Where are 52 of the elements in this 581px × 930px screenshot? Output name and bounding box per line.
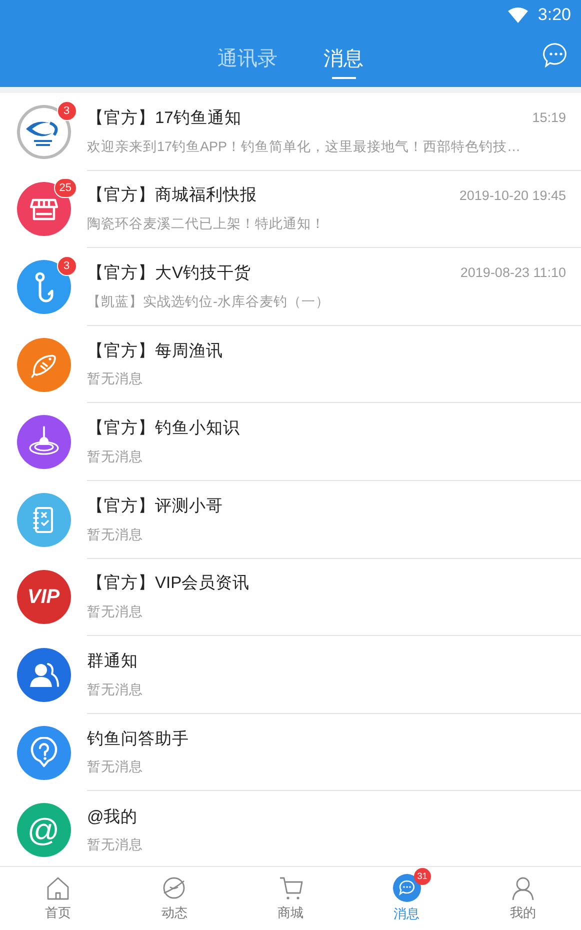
message-preview: 暂无消息 <box>87 370 144 388</box>
conversation-title: 【官方】评测小哥 <box>87 496 223 517</box>
conversation-title: @我的 <box>87 806 138 828</box>
chat-bubble-icon[interactable] <box>543 42 569 68</box>
message-preview: 欢迎亲来到17钓鱼APP！钓鱼简单化，这里最接地气！西部特色钓技… <box>87 138 522 156</box>
message-time: 2019-08-23 11:10 <box>460 264 566 282</box>
conversation-row[interactable]: 【官方】评测小哥 暂无消息 <box>0 480 581 559</box>
conversation-row[interactable]: 【官方】每周渔讯 暂无消息 <box>0 326 581 404</box>
nav-tab[interactable]: 我的 <box>464 867 581 930</box>
conversation-row[interactable]: 群通知 暂无消息 <box>0 636 581 714</box>
nav-tab[interactable]: 31 消息 <box>348 867 465 930</box>
wifi-icon <box>508 7 528 23</box>
conversation-row[interactable]: 3 【官方】大V钓技干货 2019-08-23 11:10 【凯蓝】实战选钓位-水库谷麦钓（一） <box>0 248 581 326</box>
cart-icon <box>278 874 304 901</box>
conversation-title: 群通知 <box>87 650 138 672</box>
conversation-row[interactable]: @ @我的 暂无消息 <box>0 791 581 866</box>
message-preview: 暂无消息 <box>87 603 144 622</box>
question-icon <box>28 736 58 769</box>
conversation-title: 【官方】17钓鱼通知 <box>87 108 242 129</box>
message-time: 15:19 <box>532 109 566 128</box>
unread-badge: 3 <box>56 256 76 276</box>
conversation-title: 【官方】大V钓技干货 <box>87 262 252 284</box>
message-preview: 【凯蓝】实战选钓位-水库谷麦钓（一） <box>87 292 330 311</box>
unread-badge: 31 <box>414 868 431 885</box>
conversation-title: 【官方】VIP会员资讯 <box>87 573 250 594</box>
conversation-row[interactable]: 3 【官方】17钓鱼通知 15:19 欢迎亲来到17钓鱼APP！钓鱼简单化，这里最接地气！西部特色钓技… <box>0 93 581 171</box>
conversation-row[interactable]: VIP 【官方】VIP会员资讯 暂无消息 <box>0 558 581 636</box>
nav-tab[interactable]: 商城 <box>232 867 349 930</box>
planet-icon <box>161 874 188 901</box>
conversation-row[interactable]: 钓鱼问答助手 暂无消息 <box>0 714 581 792</box>
person-icon <box>510 874 536 901</box>
status-time: 3:20 <box>538 4 571 26</box>
home-icon <box>45 874 72 901</box>
unread-badge: 25 <box>54 178 76 198</box>
nav-tab[interactable]: 动态 <box>116 867 232 930</box>
conversation-title: 【官方】商城福利快报 <box>87 185 257 206</box>
message-time: 2019-10-20 19:45 <box>459 186 566 205</box>
conversation-row[interactable]: 【官方】钓鱼小知识 暂无消息 <box>0 403 581 481</box>
at-sign: @ <box>27 814 60 846</box>
message-preview: 暂无消息 <box>87 680 144 699</box>
conversation-row[interactable]: 25 【官方】商城福利快报 2019-10-20 19:45 陶瓷环谷麦溪二代已上架！特此通知！ <box>0 170 581 248</box>
nav-tab[interactable]: 首页 <box>0 867 116 930</box>
conversation-title: 钓鱼问答助手 <box>87 728 189 750</box>
message-preview: 陶瓷环谷麦溪二代已上架！特此通知！ <box>87 215 326 234</box>
vip-text: VIP <box>27 585 60 610</box>
message-preview: 暂无消息 <box>87 836 144 854</box>
conversation-title: 【官方】每周渔讯 <box>87 340 223 362</box>
unread-badge: 3 <box>56 100 76 121</box>
message-preview: 暂无消息 <box>87 448 144 466</box>
message-preview: 暂无消息 <box>87 526 144 544</box>
message-preview: 暂无消息 <box>87 758 144 776</box>
conversation-title: 【官方】钓鱼小知识 <box>87 418 240 440</box>
